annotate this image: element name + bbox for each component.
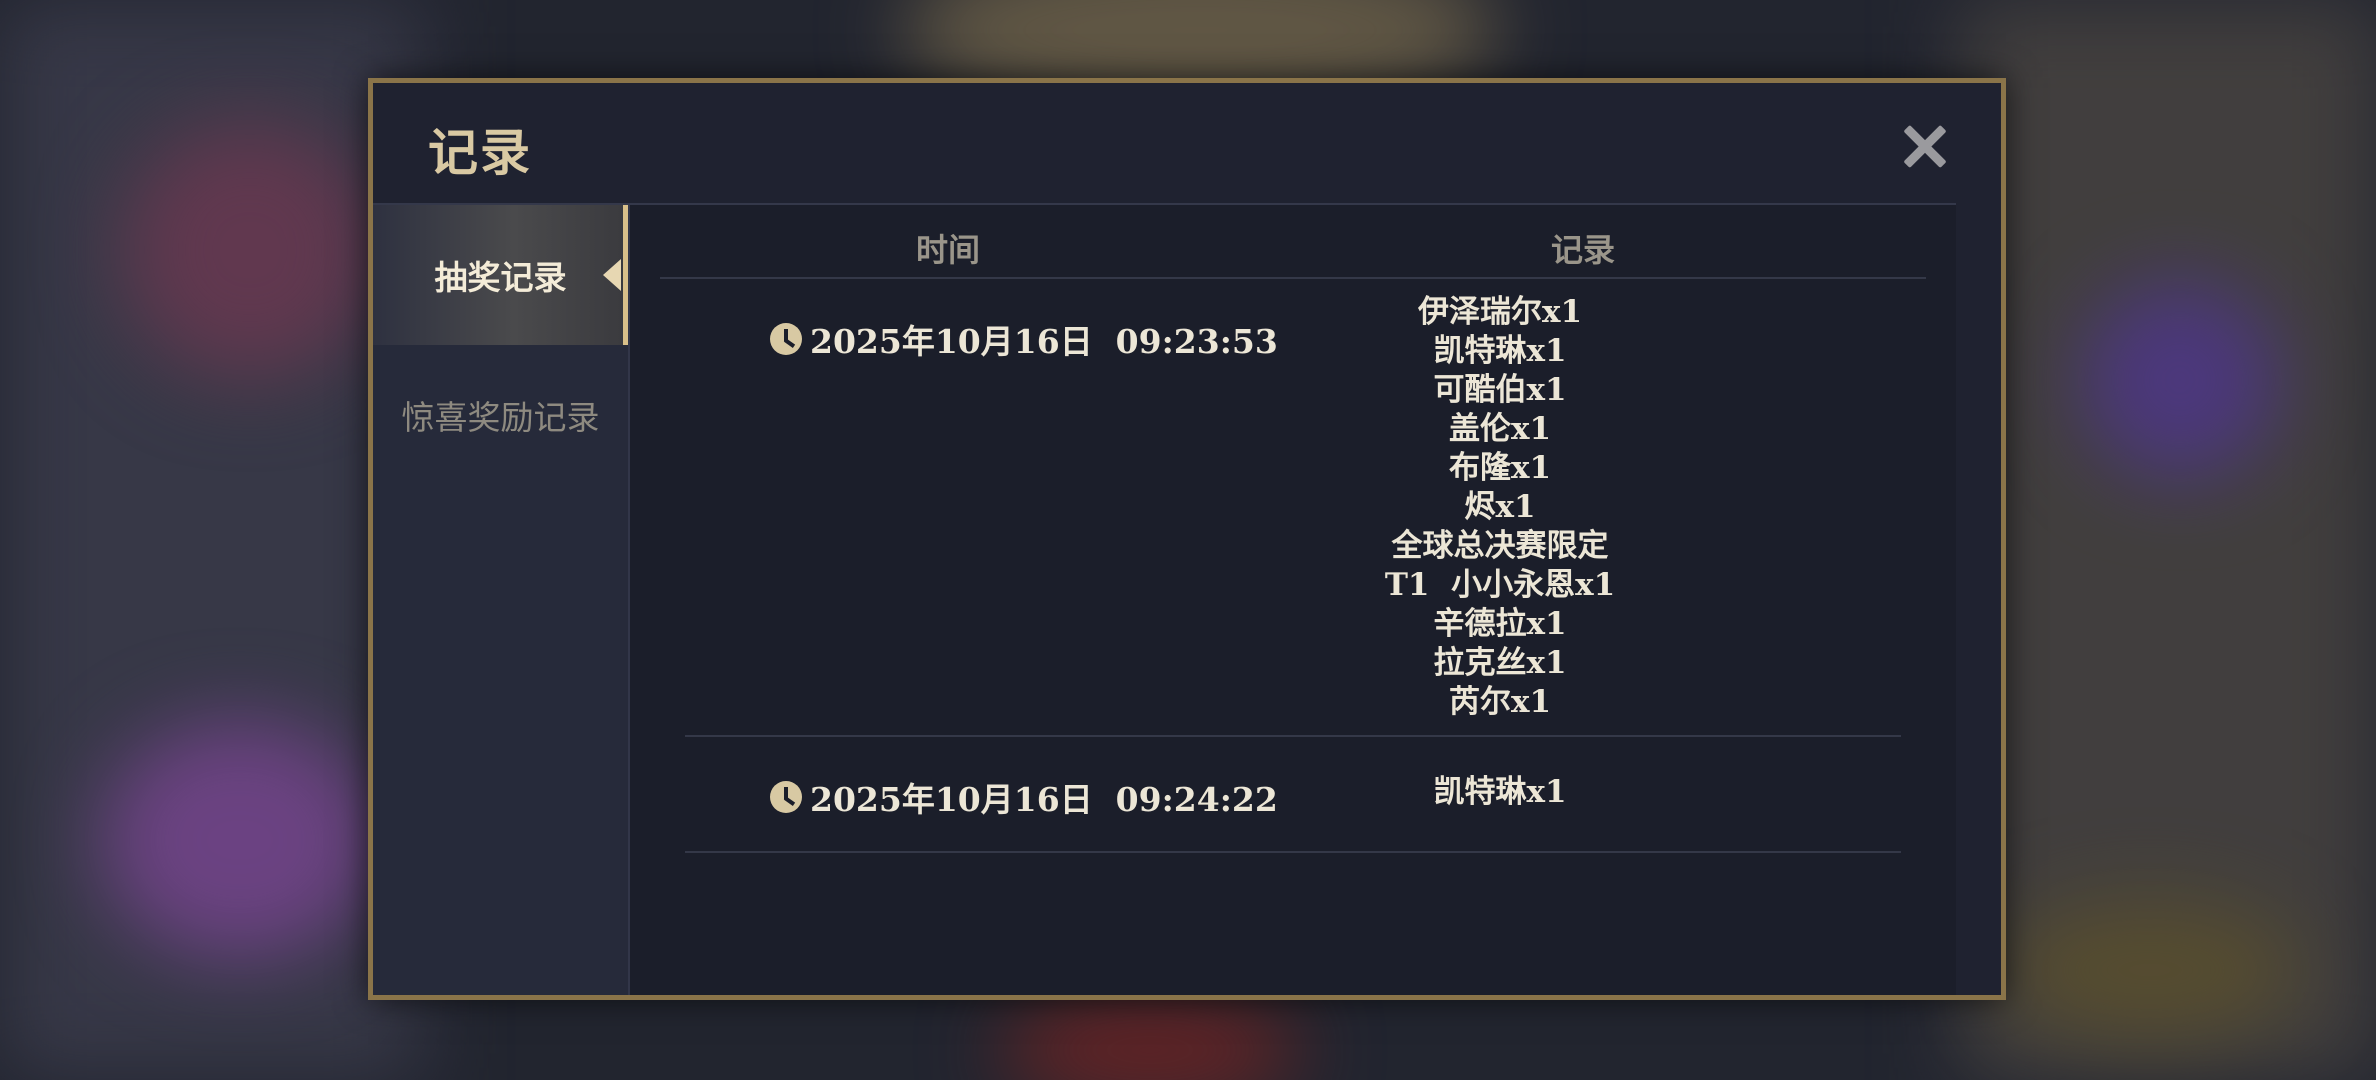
clock-icon xyxy=(770,781,802,813)
tab-label: 抽奖记录 xyxy=(434,258,567,297)
list-item: 伊泽瑞尔x1 xyxy=(1417,294,1583,330)
close-icon[interactable] xyxy=(1897,119,1953,175)
time-text: 2025年10月16日 09:24:22 xyxy=(810,780,1278,819)
list-item: 可酷伯x1 xyxy=(1433,372,1567,408)
tab-label: 惊喜奖励记录 xyxy=(401,398,600,437)
row-time: 2025年10月16日 09:24:22 xyxy=(770,773,1278,821)
chevron-left-icon xyxy=(603,259,621,291)
tab-surprise-rewards[interactable]: 惊喜奖励记录 xyxy=(373,345,628,485)
list-item: 凯特琳x1 xyxy=(1433,333,1567,369)
list-item: 拉克丝x1 xyxy=(1433,645,1567,681)
active-tab-indicator xyxy=(623,205,628,345)
list-item: 全球总决赛限定 xyxy=(1391,528,1609,564)
list-item: 凯特琳x1 xyxy=(1433,774,1567,810)
list-item: 芮尔x1 xyxy=(1448,684,1552,720)
time-text: 2025年10月16日 09:23:53 xyxy=(810,322,1278,361)
column-header-record: 记录 xyxy=(1551,231,1616,269)
list-item: 盖伦x1 xyxy=(1448,411,1552,447)
table-row: 2025年10月16日 09:23:53 伊泽瑞尔x1 凯特琳x1 可酷伯x1 … xyxy=(685,279,1901,737)
list-item: 布隆x1 xyxy=(1448,450,1552,486)
dialog-body: 记录 抽奖记录 惊喜奖励记录 时间 记录 2025年10月16日 09:23:5… xyxy=(373,83,2001,995)
records-dialog: 记录 抽奖记录 惊喜奖励记录 时间 记录 2025年10月16日 09:23:5… xyxy=(368,78,2006,1000)
table-row: 2025年10月16日 09:24:22 凯特琳x1 xyxy=(685,737,1901,853)
dialog-title: 记录 xyxy=(428,124,532,182)
row-items: 凯特琳x1 xyxy=(1325,773,1675,812)
row-time: 2025年10月16日 09:23:53 xyxy=(770,315,1278,363)
tab-draw-records[interactable]: 抽奖记录 xyxy=(373,205,628,345)
clock-icon xyxy=(770,323,802,355)
list-item: T1 小小永恩x1 xyxy=(1384,567,1616,603)
sidebar: 抽奖记录 惊喜奖励记录 xyxy=(373,205,630,995)
records-table: 时间 记录 2025年10月16日 09:23:53 伊泽瑞尔x1 凯特琳x1 … xyxy=(630,205,1956,995)
list-item: 烬x1 xyxy=(1464,489,1536,525)
row-items: 伊泽瑞尔x1 凯特琳x1 可酷伯x1 盖伦x1 布隆x1 烬x1 全球总决赛限定… xyxy=(1325,293,1675,722)
column-header-time: 时间 xyxy=(916,231,981,269)
list-item: 辛德拉x1 xyxy=(1433,606,1567,642)
